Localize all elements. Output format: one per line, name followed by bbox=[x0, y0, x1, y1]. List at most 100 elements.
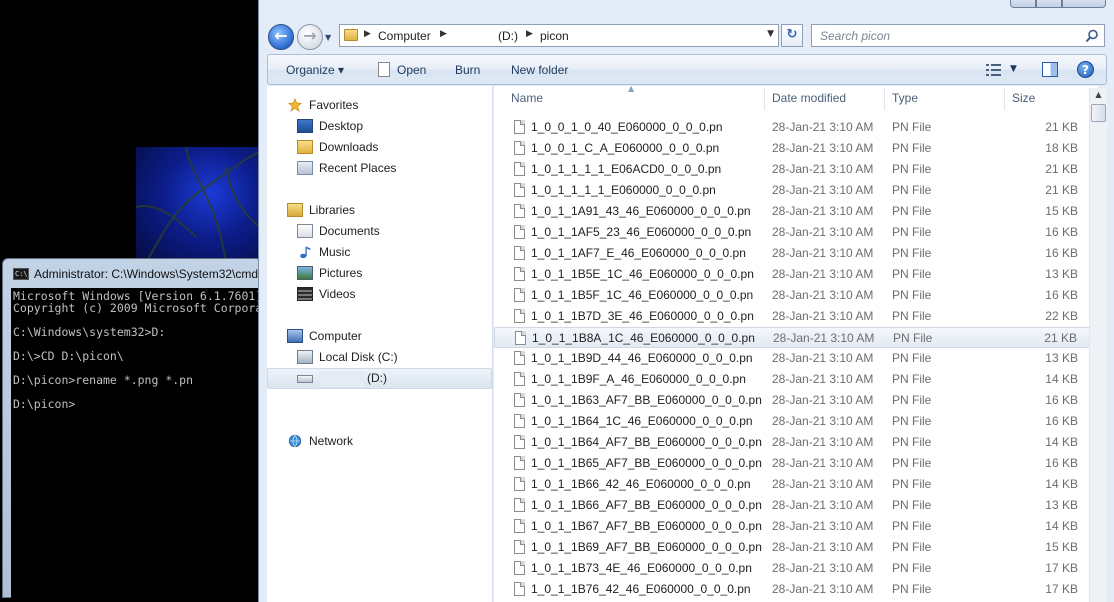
file-row[interactable]: 1_0_0_1_C_A_E060000_0_0_0.pn 28-Jan-21 3:… bbox=[494, 138, 1098, 159]
file-name: 1_0_1_1_1_1_E060000_0_0_0.pn bbox=[531, 183, 716, 197]
file-row[interactable]: 1_0_1_1B69_AF7_BB_E060000_0_0_0.pn 28-Jan… bbox=[494, 537, 1098, 558]
help-icon[interactable]: ? bbox=[1077, 61, 1094, 78]
file-row[interactable]: 1_0_1_1B8A_1C_46_E060000_0_0_0.pn 28-Jan-… bbox=[494, 327, 1098, 348]
desktop-wallpaper bbox=[136, 147, 260, 263]
file-row[interactable]: 1_0_1_1B66_42_46_E060000_0_0_0.pn 28-Jan-… bbox=[494, 474, 1098, 495]
recent-places-icon bbox=[297, 161, 313, 175]
breadcrumb-picon[interactable]: picon bbox=[540, 29, 569, 43]
column-header-size[interactable]: Size bbox=[1012, 91, 1035, 105]
breadcrumb-separator-icon[interactable]: ▶ bbox=[364, 29, 371, 39]
generic-file-icon bbox=[514, 225, 525, 239]
maximize-button[interactable] bbox=[1036, 0, 1062, 8]
scrollbar-thumb[interactable] bbox=[1091, 104, 1106, 122]
navigation-pane: Favorites Desktop Downloads Recent Place… bbox=[267, 86, 493, 602]
file-row[interactable]: 1_0_1_1AF5_23_46_E060000_0_0_0.pn 28-Jan-… bbox=[494, 222, 1098, 243]
column-header-date-modified[interactable]: Date modified bbox=[772, 91, 846, 105]
recent-pages-dropdown[interactable]: ▼ bbox=[325, 33, 331, 42]
close-button[interactable] bbox=[1062, 0, 1106, 8]
file-size: 16 KB bbox=[1045, 288, 1078, 302]
cmd-prompt-icon: C:\ bbox=[13, 268, 29, 280]
generic-file-icon bbox=[514, 267, 525, 281]
cmd-window[interactable]: C:\ Administrator: C:\Windows\System32\c… bbox=[2, 258, 281, 598]
cmd-console[interactable]: Microsoft Windows [Version 6.1.7601] Copy… bbox=[11, 288, 263, 598]
file-row[interactable]: 1_0_1_1B9D_44_46_E060000_0_0_0.pn 28-Jan-… bbox=[494, 348, 1098, 369]
file-type: PN File bbox=[892, 351, 932, 365]
back-button[interactable]: ← bbox=[268, 24, 294, 50]
file-row[interactable]: 1_0_1_1B73_4E_46_E060000_0_0_0.pn 28-Jan-… bbox=[494, 558, 1098, 579]
file-type: PN File bbox=[892, 561, 932, 575]
file-date-modified: 28-Jan-21 3:10 AM bbox=[772, 456, 874, 470]
desktop-icon bbox=[297, 119, 313, 133]
scroll-up-arrow-icon[interactable]: ▲ bbox=[1090, 90, 1107, 104]
file-type: PN File bbox=[892, 267, 932, 281]
file-type: PN File bbox=[892, 393, 932, 407]
column-divider[interactable] bbox=[764, 88, 765, 110]
file-name: 1_0_1_1AF5_23_46_E060000_0_0_0.pn bbox=[531, 225, 752, 239]
file-type: PN File bbox=[892, 309, 932, 323]
file-size: 16 KB bbox=[1045, 246, 1078, 260]
search-input[interactable]: Search picon bbox=[811, 24, 1105, 47]
file-name: 1_0_1_1A91_43_46_E060000_0_0_0.pn bbox=[531, 204, 751, 218]
file-type: PN File bbox=[892, 435, 932, 449]
preview-pane-icon[interactable] bbox=[1042, 62, 1058, 77]
column-header-type[interactable]: Type bbox=[892, 91, 918, 105]
file-row[interactable]: 1_0_1_1B7D_3E_46_E060000_0_0_0.pn 28-Jan-… bbox=[494, 306, 1098, 327]
file-row[interactable]: 1_0_1_1B64_AF7_BB_E060000_0_0_0.pn 28-Jan… bbox=[494, 432, 1098, 453]
file-size: 15 KB bbox=[1045, 540, 1078, 554]
file-type: PN File bbox=[892, 141, 932, 155]
file-name: 1_0_1_1B9D_44_46_E060000_0_0_0.pn bbox=[531, 351, 753, 365]
file-size: 13 KB bbox=[1045, 351, 1078, 365]
organize-button[interactable]: Organize ▾ bbox=[286, 63, 344, 77]
breadcrumb-separator-icon[interactable]: ▶ bbox=[526, 29, 533, 39]
column-divider[interactable] bbox=[884, 88, 885, 110]
file-row[interactable]: 1_0_1_1AF7_E_46_E060000_0_0_0.pn 28-Jan-2… bbox=[494, 243, 1098, 264]
column-divider[interactable] bbox=[1004, 88, 1005, 110]
breadcrumb-drive-d[interactable]: (D:) bbox=[498, 29, 518, 43]
vertical-scrollbar[interactable]: ▲ bbox=[1089, 88, 1107, 602]
file-row[interactable]: 1_0_0_1_0_40_E060000_0_0_0.pn 28-Jan-21 3… bbox=[494, 117, 1098, 138]
breadcrumb-separator-icon[interactable]: ▶ bbox=[440, 29, 447, 39]
file-row[interactable]: 1_0_1_1B63_AF7_BB_E060000_0_0_0.pn 28-Jan… bbox=[494, 390, 1098, 411]
file-row[interactable]: 1_0_1_1_1_1_E060000_0_0_0.pn 28-Jan-21 3:… bbox=[494, 180, 1098, 201]
cmd-window-title: Administrator: C:\Windows\System32\cmd.e… bbox=[34, 267, 281, 281]
address-bar[interactable]: ▶ Computer ▶ (D:) ▶ picon ▼ bbox=[339, 24, 779, 47]
forward-button[interactable]: → bbox=[297, 24, 323, 50]
file-row[interactable]: 1_0_1_1B67_AF7_BB_E060000_0_0_0.pn 28-Jan… bbox=[494, 516, 1098, 537]
search-icon[interactable] bbox=[1085, 29, 1099, 43]
breadcrumb-computer[interactable]: Computer bbox=[378, 29, 431, 43]
file-row[interactable]: 1_0_1_1_1_1_E06ACD0_0_0_0.pn 28-Jan-21 3:… bbox=[494, 159, 1098, 180]
column-headers: ▲ Name Date modified Type Size bbox=[494, 84, 1098, 111]
view-options-dropdown-icon[interactable]: ▼ bbox=[1010, 64, 1017, 74]
refresh-icon: ↻ bbox=[786, 27, 798, 42]
file-name: 1_0_1_1_1_1_E06ACD0_0_0_0.pn bbox=[531, 162, 722, 176]
file-row[interactable]: 1_0_1_1A91_43_46_E060000_0_0_0.pn 28-Jan-… bbox=[494, 201, 1098, 222]
file-row[interactable]: 1_0_1_1B5F_1C_46_E060000_0_0_0.pn 28-Jan-… bbox=[494, 285, 1098, 306]
address-dropdown-icon[interactable]: ▼ bbox=[767, 29, 774, 39]
open-button[interactable]: Open bbox=[397, 63, 426, 77]
file-date-modified: 28-Jan-21 3:10 AM bbox=[772, 540, 874, 554]
cmd-titlebar[interactable]: C:\ Administrator: C:\Windows\System32\c… bbox=[3, 259, 281, 289]
change-view-icon[interactable] bbox=[986, 64, 1002, 76]
generic-file-icon bbox=[514, 561, 525, 575]
file-row[interactable]: 1_0_1_1B5E_1C_46_E060000_0_0_0.pn 28-Jan-… bbox=[494, 264, 1098, 285]
forward-arrow-icon: → bbox=[303, 26, 317, 45]
file-name: 1_0_1_1B64_1C_46_E060000_0_0_0.pn bbox=[531, 414, 753, 428]
file-row[interactable]: 1_0_1_1B9F_A_46_E060000_0_0_0.pn 28-Jan-2… bbox=[494, 369, 1098, 390]
file-row[interactable]: 1_0_1_1B65_AF7_BB_E060000_0_0_0.pn 28-Jan… bbox=[494, 453, 1098, 474]
file-row[interactable]: 1_0_1_1B64_1C_46_E060000_0_0_0.pn 28-Jan-… bbox=[494, 411, 1098, 432]
burn-button[interactable]: Burn bbox=[455, 63, 480, 77]
file-rows: 1_0_0_1_0_40_E060000_0_0_0.pn 28-Jan-21 3… bbox=[494, 117, 1098, 600]
column-header-name[interactable]: Name bbox=[511, 91, 543, 105]
file-type: PN File bbox=[892, 414, 932, 428]
refresh-button[interactable]: ↻ bbox=[781, 24, 803, 47]
console-line: Copyright (c) 2009 Microsoft Corporation… bbox=[13, 301, 263, 315]
file-type: PN File bbox=[892, 288, 932, 302]
file-row[interactable]: 1_0_1_1B66_AF7_BB_E060000_0_0_0.pn 28-Jan… bbox=[494, 495, 1098, 516]
file-date-modified: 28-Jan-21 3:10 AM bbox=[772, 435, 874, 449]
file-name: 1_0_0_1_0_40_E060000_0_0_0.pn bbox=[531, 120, 723, 134]
file-date-modified: 28-Jan-21 3:10 AM bbox=[772, 120, 874, 134]
file-row[interactable]: 1_0_1_1B76_42_46_E060000_0_0_0.pn 28-Jan-… bbox=[494, 579, 1098, 600]
minimize-button[interactable] bbox=[1010, 0, 1036, 8]
new-folder-button[interactable]: New folder bbox=[511, 63, 568, 77]
file-size: 21 KB bbox=[1044, 331, 1077, 345]
